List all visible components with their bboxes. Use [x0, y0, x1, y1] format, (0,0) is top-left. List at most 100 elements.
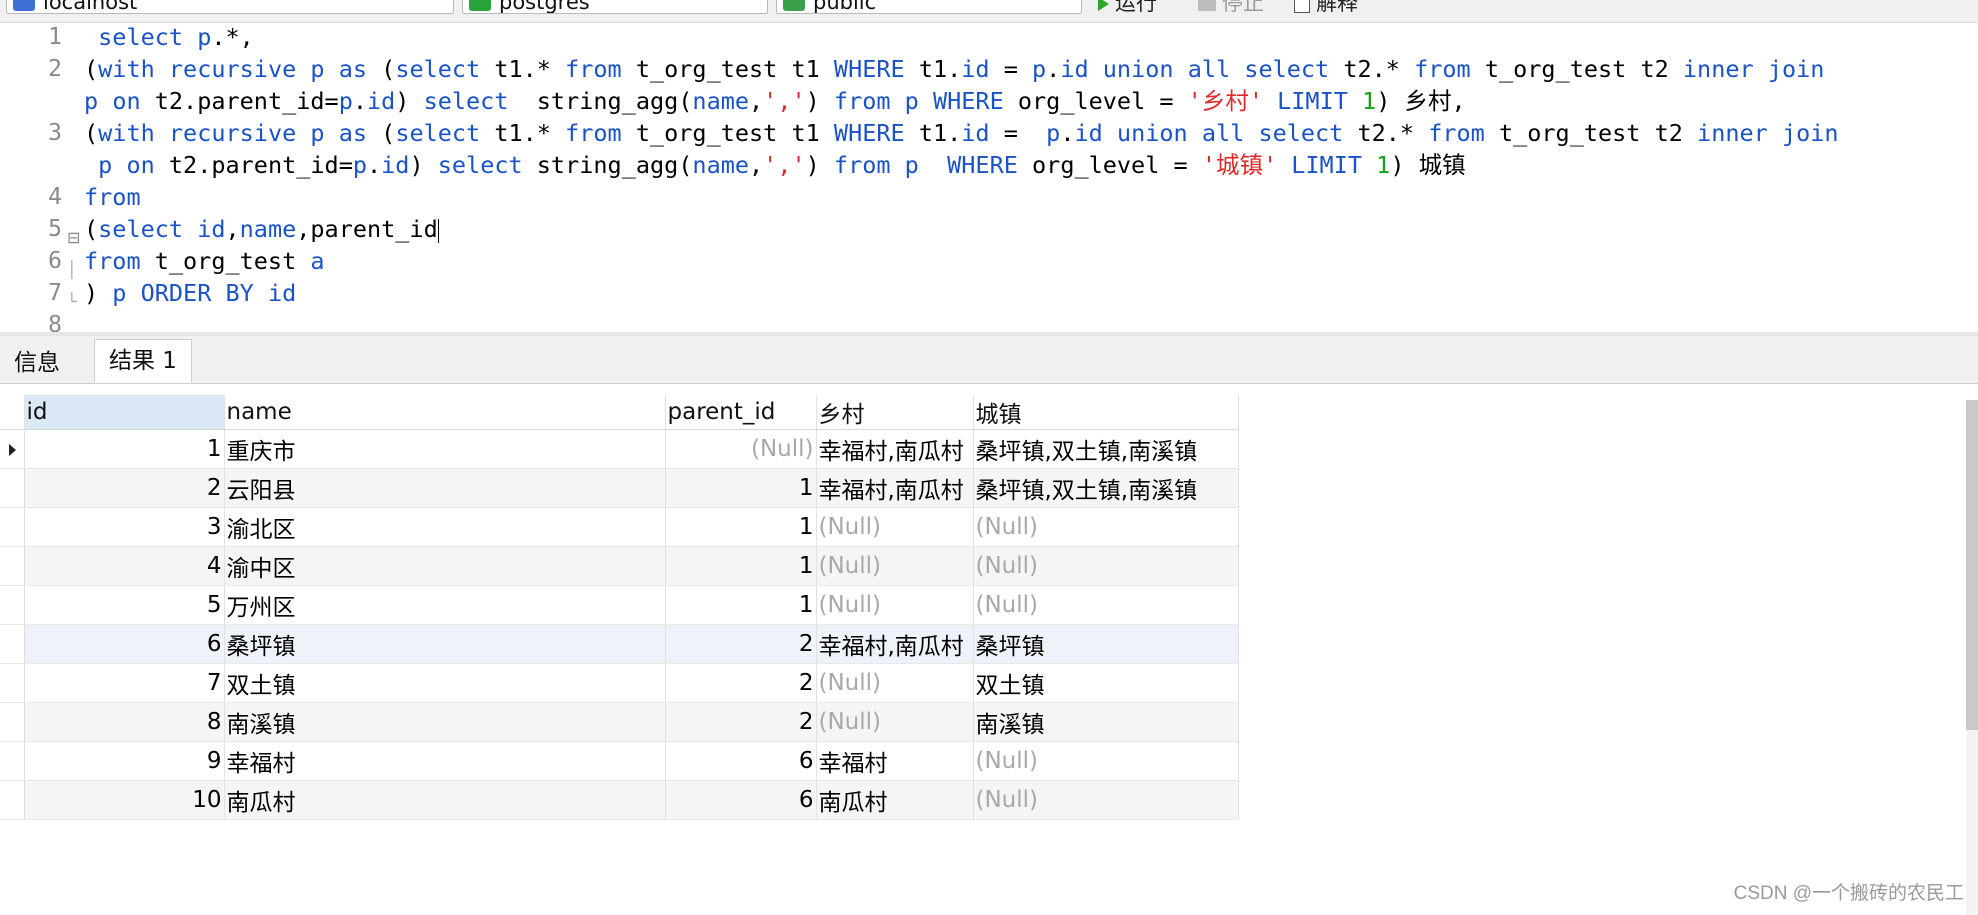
row-indicator[interactable]: [0, 468, 25, 508]
fold-collapse-icon[interactable]: ⊟: [67, 222, 80, 254]
cell-town[interactable]: 桑坪镇: [973, 624, 1239, 664]
column-header-town[interactable]: 城镇: [973, 395, 1239, 430]
cell-name[interactable]: 万州区: [224, 585, 666, 625]
cell-id[interactable]: 1: [24, 429, 225, 469]
cell-id[interactable]: 5: [24, 585, 225, 625]
code-line[interactable]: select p.*,: [84, 23, 254, 53]
code-line[interactable]: ) p ORDER BY id: [84, 277, 296, 309]
cell-town[interactable]: (Null): [973, 741, 1239, 781]
sql-number: 1: [1362, 87, 1377, 115]
cell-town[interactable]: (Null): [973, 507, 1239, 547]
table-row[interactable]: 8 南溪镇 2 (Null) 南溪镇: [0, 702, 1239, 742]
vertical-scrollbar-thumb[interactable]: [1966, 400, 1978, 730]
tab-result-1[interactable]: 结果 1: [94, 339, 192, 383]
column-header-parent-id[interactable]: parent_id: [665, 395, 817, 430]
cell-id[interactable]: 8: [24, 702, 225, 742]
database-select[interactable]: postgres: [462, 0, 768, 14]
column-header-id[interactable]: id: [24, 395, 225, 430]
sql-editor[interactable]: 12345678 ⊟ │ └ select p.*, (with recursiv…: [0, 23, 1978, 336]
cell-village[interactable]: (Null): [816, 585, 974, 625]
table-row[interactable]: 3 渝北区 1 (Null) (Null): [0, 507, 1239, 547]
cell-village[interactable]: 幸福村,南瓜村: [816, 429, 974, 469]
cell-name[interactable]: 南溪镇: [224, 702, 666, 742]
cell-name[interactable]: 南瓜村: [224, 780, 666, 820]
table-row[interactable]: 6 桑坪镇 2 幸福村,南瓜村 桑坪镇: [0, 624, 1239, 664]
cell-parent-id[interactable]: 6: [665, 741, 817, 781]
cell-parent-id[interactable]: 2: [665, 702, 817, 742]
cell-id[interactable]: 10: [24, 780, 225, 820]
cell-village[interactable]: (Null): [816, 507, 974, 547]
cell-id[interactable]: 2: [24, 468, 225, 508]
code-line[interactable]: p on t2.parent_id=p.id) select string_ag…: [84, 149, 1465, 181]
cell-name[interactable]: 重庆市: [224, 429, 666, 469]
table-row[interactable]: 10 南瓜村 6 南瓜村 (Null): [0, 780, 1239, 820]
cell-village[interactable]: (Null): [816, 546, 974, 586]
row-indicator[interactable]: [0, 585, 25, 625]
cell-id[interactable]: 3: [24, 507, 225, 547]
cell-village[interactable]: 南瓜村: [816, 780, 974, 820]
cell-parent-id[interactable]: 6: [665, 780, 817, 820]
code-line[interactable]: (with recursive p as (select t1.* from t…: [84, 53, 1824, 85]
row-indicator[interactable]: [0, 429, 25, 469]
stop-button[interactable]: 停止: [1198, 0, 1264, 15]
cell-parent-id[interactable]: 1: [665, 507, 817, 547]
code-line[interactable]: from t_org_test a: [84, 245, 325, 277]
cell-name[interactable]: 云阳县: [224, 468, 666, 508]
cell-village[interactable]: (Null): [816, 663, 974, 703]
row-indicator[interactable]: [0, 780, 25, 820]
cell-village[interactable]: 幸福村,南瓜村: [816, 468, 974, 508]
row-indicator-header: [0, 395, 25, 430]
cell-id[interactable]: 7: [24, 663, 225, 703]
cell-id[interactable]: 4: [24, 546, 225, 586]
table-row[interactable]: 7 双土镇 2 (Null) 双土镇: [0, 663, 1239, 703]
explain-button[interactable]: 解释: [1294, 0, 1358, 15]
cell-parent-id[interactable]: 2: [665, 624, 817, 664]
table-row[interactable]: 9 幸福村 6 幸福村 (Null): [0, 741, 1239, 781]
cell-parent-id[interactable]: 1: [665, 468, 817, 508]
cell-parent-id[interactable]: 2: [665, 663, 817, 703]
cell-village[interactable]: 幸福村: [816, 741, 974, 781]
column-header-name[interactable]: name: [224, 395, 666, 430]
tab-info[interactable]: 信息: [0, 343, 74, 383]
cell-parent-id[interactable]: (Null): [665, 429, 817, 469]
cell-town[interactable]: (Null): [973, 546, 1239, 586]
code-line[interactable]: (with recursive p as (select t1.* from t…: [84, 117, 1839, 149]
cell-town[interactable]: (Null): [973, 585, 1239, 625]
code-line[interactable]: from: [84, 181, 141, 213]
cell-name[interactable]: 幸福村: [224, 741, 666, 781]
cell-town[interactable]: 双土镇: [973, 663, 1239, 703]
row-indicator[interactable]: [0, 624, 25, 664]
cell-town[interactable]: 桑坪镇,双土镇,南溪镇: [973, 429, 1239, 469]
row-indicator[interactable]: [0, 663, 25, 703]
row-indicator[interactable]: [0, 741, 25, 781]
cell-name[interactable]: 渝中区: [224, 546, 666, 586]
code-line[interactable]: (select id,name,parent_id: [84, 213, 439, 245]
code-line[interactable]: p on t2.parent_id=p.id) select string_ag…: [84, 85, 1466, 117]
cell-town[interactable]: 南溪镇: [973, 702, 1239, 742]
cell-town[interactable]: (Null): [973, 780, 1239, 820]
cell-parent-id[interactable]: 1: [665, 546, 817, 586]
row-indicator[interactable]: [0, 702, 25, 742]
table-row[interactable]: 1 重庆市 (Null) 幸福村,南瓜村 桑坪镇,双土镇,南溪镇: [0, 429, 1239, 469]
column-header-village[interactable]: 乡村: [816, 395, 974, 430]
table-row[interactable]: 5 万州区 1 (Null) (Null): [0, 585, 1239, 625]
run-button[interactable]: 运行: [1098, 0, 1157, 15]
cell-town[interactable]: 桑坪镇,双土镇,南溪镇: [973, 468, 1239, 508]
schema-select[interactable]: public: [776, 0, 1082, 14]
cell-village[interactable]: (Null): [816, 702, 974, 742]
row-indicator[interactable]: [0, 546, 25, 586]
cell-name[interactable]: 渝北区: [224, 507, 666, 547]
cell-parent-id[interactable]: 1: [665, 585, 817, 625]
cell-name[interactable]: 双土镇: [224, 663, 666, 703]
table-row[interactable]: 2 云阳县 1 幸福村,南瓜村 桑坪镇,双土镇,南溪镇: [0, 468, 1239, 508]
cell-name[interactable]: 桑坪镇: [224, 624, 666, 664]
connection-select[interactable]: localhost: [6, 0, 454, 14]
row-indicator[interactable]: [0, 507, 25, 547]
cell-id[interactable]: 6: [24, 624, 225, 664]
cell-village[interactable]: 幸福村,南瓜村: [816, 624, 974, 664]
table-row[interactable]: 4 渝中区 1 (Null) (Null): [0, 546, 1239, 586]
cell-id[interactable]: 9: [24, 741, 225, 781]
sql-keyword: from: [833, 151, 891, 179]
